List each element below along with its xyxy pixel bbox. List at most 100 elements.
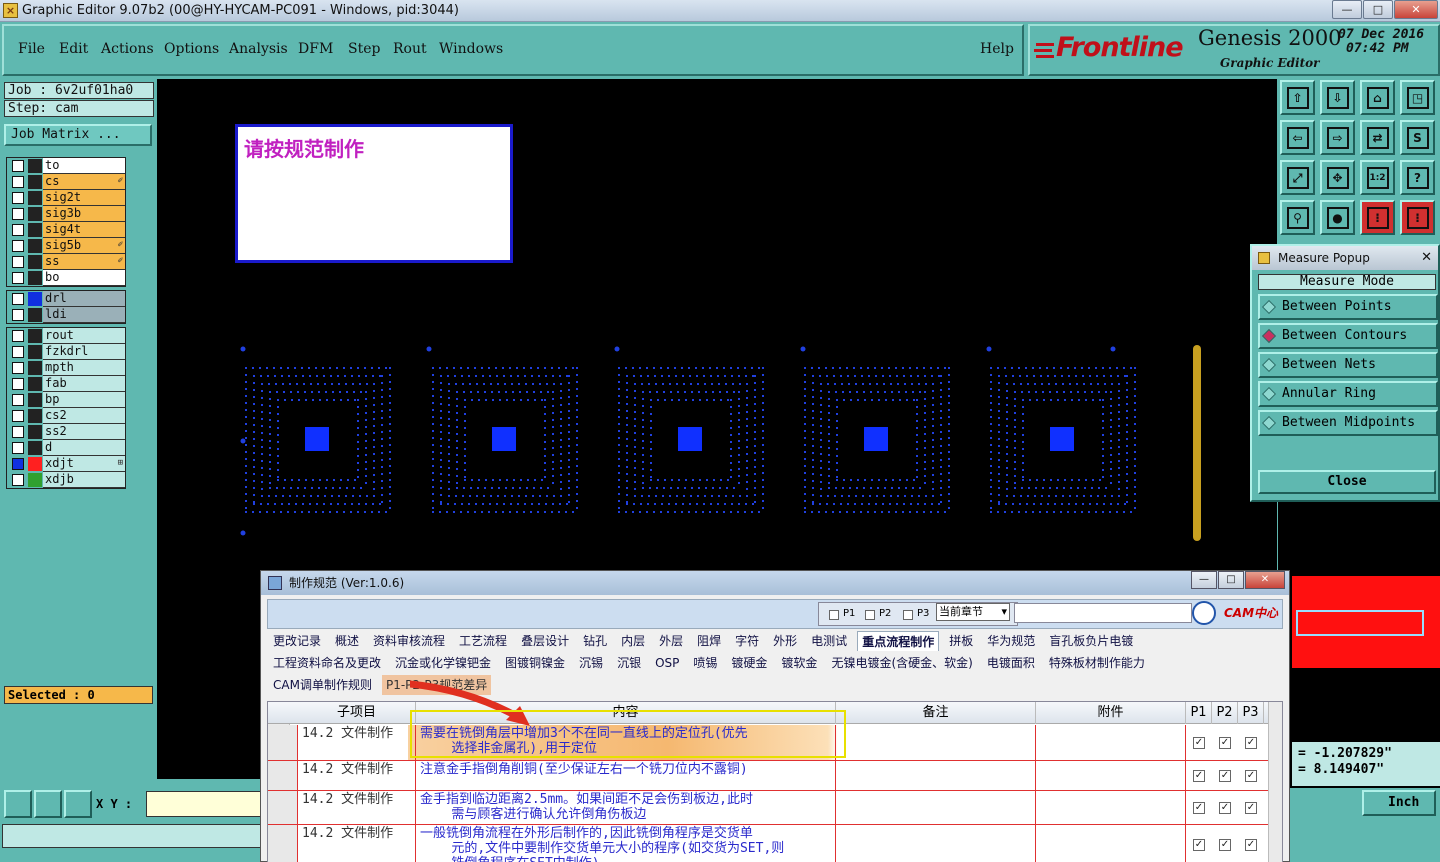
spec-tab[interactable]: 沉锡 (575, 653, 607, 673)
spec-tab[interactable]: 沉金或化学镍钯金 (391, 653, 495, 673)
table-row[interactable]: 14.2 文件制作 一般铣倒角流程在外形后制作的,因此铣倒角程序是交货单 元的,文… (268, 825, 1268, 862)
col-p1[interactable]: P1 (1186, 702, 1212, 724)
layer-row-d[interactable]: d (7, 440, 125, 456)
grid-mode-icon[interactable] (64, 790, 92, 818)
spec-tab[interactable]: OSP (651, 653, 683, 673)
spec-tab[interactable]: 无镍电镀金(含硬金、软金) (827, 653, 976, 673)
spec-tab[interactable]: 叠层设计 (517, 631, 573, 651)
layer-row-xdjt[interactable]: xdjt ⊞ (7, 456, 125, 472)
mode-between-contours[interactable]: Between Contours (1258, 323, 1438, 349)
menu-dfm[interactable]: DFM (298, 41, 333, 57)
p2-checkbox[interactable]: ✓ (1219, 736, 1231, 749)
layer-row-rout[interactable]: rout (7, 328, 125, 344)
minimize-button[interactable]: — (1332, 0, 1362, 19)
col-attachment[interactable]: 附件 (1036, 702, 1186, 724)
layer-checkbox[interactable] (12, 410, 24, 422)
layer-checkbox[interactable] (12, 426, 24, 438)
p1-checkbox[interactable]: ✓ (1193, 769, 1205, 782)
mode-between-midpoints[interactable]: Between Midpoints (1258, 410, 1438, 436)
mode-annular-ring[interactable]: Annular Ring (1258, 381, 1438, 407)
layer-row-fzkdrl[interactable]: fzkdrl (7, 344, 125, 360)
tool-fit-icon[interactable]: ⤢ (1280, 160, 1315, 195)
layer-checkbox[interactable] (12, 256, 24, 268)
spec-tab[interactable]: 盲孔板负片电镀 (1045, 631, 1137, 651)
layer-row-sig4t[interactable]: sig4t (7, 222, 125, 238)
spec-tab[interactable]: 概述 (331, 631, 363, 651)
measure-close-button[interactable]: Close (1258, 470, 1436, 494)
menu-help[interactable]: Help (980, 41, 1014, 57)
spec-tab[interactable]: 工艺流程 (455, 631, 511, 651)
layer-checkbox[interactable] (12, 293, 24, 305)
p3-checkbox[interactable]: ✓ (1245, 838, 1257, 851)
p3-checkbox[interactable]: ✓ (1245, 801, 1257, 814)
col-p3[interactable]: P3 (1238, 702, 1264, 724)
p2-checkbox[interactable]: ✓ (1219, 769, 1231, 782)
layer-row-mpth[interactable]: mpth (7, 360, 125, 376)
row-handle[interactable] (268, 725, 298, 760)
layer-checkbox[interactable] (12, 378, 24, 390)
layer-checkbox[interactable] (12, 442, 24, 454)
snap-mode-icon[interactable] (4, 790, 32, 818)
spec-tab[interactable]: 沉银 (613, 653, 645, 673)
table-vertical-scrollbar[interactable] (1268, 702, 1282, 862)
p1-checkbox[interactable]: ✓ (1193, 801, 1205, 814)
p1-checkbox[interactable]: ✓ (1193, 736, 1205, 749)
layer-checkbox[interactable] (12, 330, 24, 342)
row-handle[interactable] (268, 791, 298, 824)
menu-rout[interactable]: Rout (393, 41, 427, 57)
layer-row-ss[interactable]: ss ✐ (7, 254, 125, 270)
filter-p2-checkbox[interactable] (865, 610, 875, 620)
layer-checkbox[interactable] (12, 474, 24, 486)
spec-tab[interactable]: 外层 (655, 631, 687, 651)
spec-tab[interactable]: 字符 (731, 631, 763, 651)
filter-p3-checkbox[interactable] (903, 610, 913, 620)
spec-tab[interactable]: 拼板 (945, 631, 977, 651)
col-sub-item[interactable]: 子项目 (298, 702, 416, 724)
tool-probe-icon[interactable]: ● (1320, 200, 1355, 235)
job-matrix-button[interactable]: Job Matrix ... (4, 124, 152, 146)
layer-checkbox[interactable] (12, 192, 24, 204)
layer-row-sig3b[interactable]: sig3b (7, 206, 125, 222)
tool-pan-left-icon[interactable]: ⇦ (1280, 120, 1315, 155)
tool-zoom-home-icon[interactable]: ⇧ (1280, 80, 1315, 115)
spec-tab[interactable]: 更改记录 (269, 631, 325, 651)
menu-analysis[interactable]: Analysis (229, 41, 288, 57)
spec-tab[interactable]: 电测试 (807, 631, 851, 651)
tool-pan-down-icon[interactable]: ⇩ (1320, 80, 1355, 115)
tool-measure-icon[interactable]: ⚲ (1280, 200, 1315, 235)
tool-scale-icon[interactable]: 1:2 (1360, 160, 1395, 195)
p2-checkbox[interactable]: ✓ (1219, 801, 1231, 814)
col-p2[interactable]: P2 (1212, 702, 1238, 724)
layer-checkbox[interactable] (12, 224, 24, 236)
mode-between-nets[interactable]: Between Nets (1258, 352, 1438, 378)
menu-options[interactable]: Options (164, 41, 219, 57)
dialog-maximize-button[interactable]: □ (1218, 571, 1244, 589)
layer-checkbox[interactable] (12, 309, 24, 321)
tool-pan-right-icon[interactable]: ⇨ (1320, 120, 1355, 155)
units-button[interactable]: Inch (1362, 790, 1436, 816)
spec-tab[interactable]: CAM调单制作规则 (269, 675, 376, 695)
layer-row-ss2[interactable]: ss2 (7, 424, 125, 440)
layer-checkbox[interactable] (12, 240, 24, 252)
spec-tab[interactable]: 镀硬金 (727, 653, 771, 673)
angle-mode-icon[interactable] (34, 790, 62, 818)
layer-row-fab[interactable]: fab (7, 376, 125, 392)
menu-actions[interactable]: Actions (101, 41, 154, 57)
table-row[interactable]: 14.2 文件制作 注意金手指倒角削铜(至少保证左右一个铣刀位内不露铜) ✓ ✓ ✓ (268, 761, 1268, 791)
filter-p1-checkbox[interactable] (829, 610, 839, 620)
row-handle[interactable] (268, 761, 298, 790)
spec-tab[interactable]: 资料审核流程 (369, 631, 449, 651)
dialog-close-button[interactable]: ✕ (1245, 571, 1285, 589)
scope-select[interactable]: 当前章节 ▾ (936, 603, 1010, 621)
tool-help-icon[interactable]: ? (1400, 160, 1435, 195)
col-remark[interactable]: 备注 (836, 702, 1036, 724)
spec-tab[interactable]: 工程资料命名及更改 (269, 653, 385, 673)
spec-tab[interactable]: 重点流程制作 (857, 631, 940, 651)
spec-tab[interactable]: 钻孔 (579, 631, 611, 651)
layer-row-to[interactable]: to (7, 158, 125, 174)
spec-tab[interactable]: 图镀铜镍金 (501, 653, 569, 673)
layer-checkbox[interactable] (12, 176, 24, 188)
spec-tab[interactable]: 阻焊 (693, 631, 725, 651)
spec-tab[interactable]: 喷锡 (689, 653, 721, 673)
tool-net-b-icon[interactable]: ⁝ (1400, 200, 1435, 235)
